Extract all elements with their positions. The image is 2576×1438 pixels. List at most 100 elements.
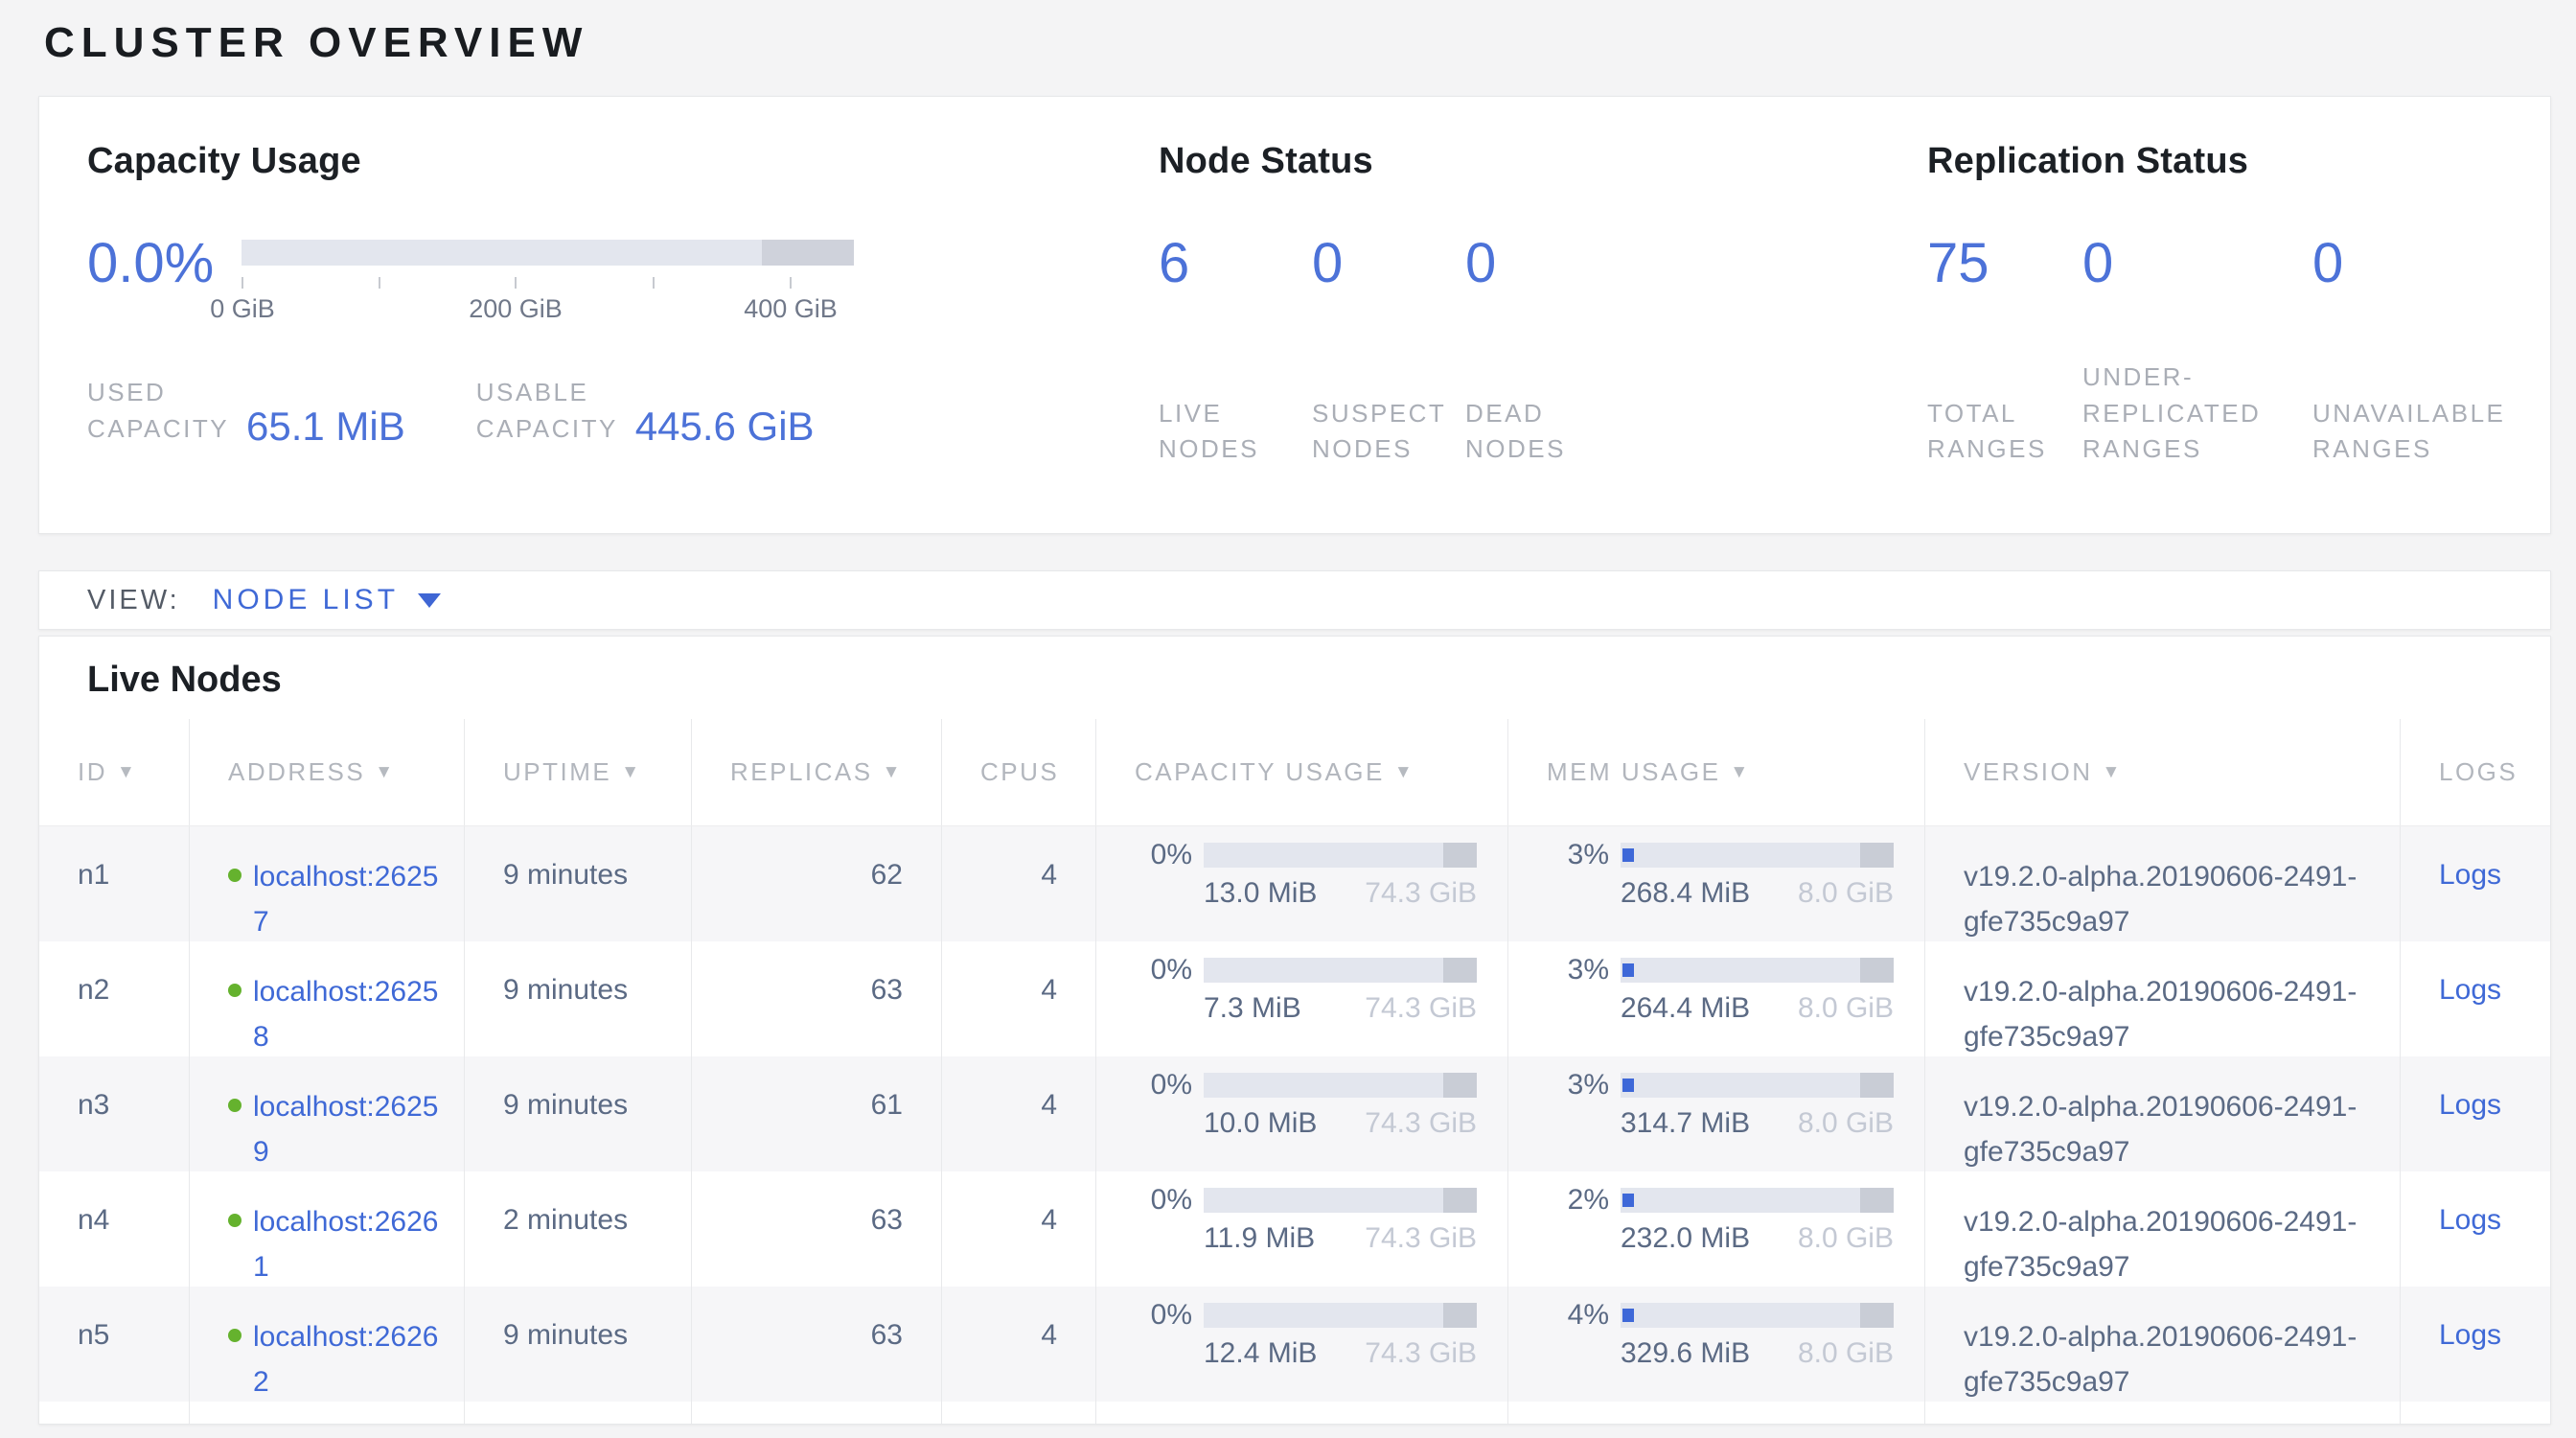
live-status-dot-icon xyxy=(228,1099,242,1112)
cell-address: localhost:26259 xyxy=(189,1056,464,1174)
column-header[interactable]: CPUS ▼ xyxy=(941,719,1095,825)
column-header[interactable]: REPLICAS ▼ xyxy=(691,719,941,825)
column-header[interactable]: ADDRESS ▼ xyxy=(189,719,464,825)
replication-status-heading: Replication Status xyxy=(1927,141,2550,182)
capacity-usage-bar xyxy=(1204,1303,1477,1328)
cell-cpus: 4 xyxy=(941,1287,1095,1404)
view-selected-value: NODE LIST xyxy=(213,584,399,616)
unavailable-ranges-value: 0 xyxy=(2312,236,2550,291)
suspect-nodes-stat: 0 SUSPECT NODES xyxy=(1312,236,1465,468)
column-header-label: MEM USAGE xyxy=(1547,757,1720,787)
address-link[interactable]: localhost:26257 xyxy=(253,855,441,944)
cell-mem-usage: 3% 264.4 MiB 8.0 GiB xyxy=(1507,941,1924,1059)
capacity-gauge-bar xyxy=(242,240,854,266)
cell-address: localhost:26257 xyxy=(189,826,464,944)
cell-address: localhost:26258 xyxy=(189,941,464,1059)
cell-cpus: 4 xyxy=(941,941,1095,1059)
view-select-dropdown[interactable]: NODE LIST xyxy=(213,584,441,616)
under-replicated-value: 0 xyxy=(2082,236,2312,291)
logs-link[interactable]: Logs xyxy=(2439,1204,2501,1236)
live-nodes-label: LIVE NODES xyxy=(1159,396,1312,468)
address-link[interactable]: localhost:26262 xyxy=(253,1315,441,1404)
cell-node-id: n4 xyxy=(39,1171,189,1289)
mem-usage-bar xyxy=(1621,1303,1894,1328)
address-link[interactable]: localhost:26259 xyxy=(253,1085,441,1174)
column-header[interactable]: UPTIME ▼ xyxy=(464,719,691,825)
cell-replicas: 62 xyxy=(691,826,941,944)
column-header[interactable]: VERSION ▼ xyxy=(1924,719,2400,825)
capacity-axis-ticks xyxy=(242,277,854,289)
cell-capacity-usage: 0% 10.0 MiB 74.3 GiB xyxy=(1095,1056,1507,1174)
column-header[interactable]: MEM USAGE ▼ xyxy=(1507,719,1924,825)
total-ranges-value: 75 xyxy=(1927,236,2082,291)
column-header[interactable]: LOGS ▼ xyxy=(2400,719,2551,825)
sort-arrow-icon: ▼ xyxy=(1394,762,1414,783)
cell-capacity-usage: 0% 13.0 MiB 74.3 GiB xyxy=(1095,826,1507,944)
cell-replicas: 61 xyxy=(691,1056,941,1174)
sort-arrow-icon: ▼ xyxy=(375,762,395,783)
cell-address: localhost:26262 xyxy=(189,1287,464,1404)
column-header-label: ADDRESS xyxy=(228,757,365,787)
cell-uptime: 9 minutes xyxy=(464,1056,691,1174)
mem-usage-bar xyxy=(1621,843,1894,868)
used-capacity-label: USED CAPACITY xyxy=(87,375,246,447)
cell-node-id: n1 xyxy=(39,826,189,944)
cell-mem-usage: 4% 329.6 MiB 8.0 GiB xyxy=(1507,1287,1924,1404)
logs-link[interactable]: Logs xyxy=(2439,1089,2501,1121)
table-row: n3 localhost:26259 9 minutes 61 4 0% 10.… xyxy=(39,1056,2550,1171)
unavailable-ranges-label: UNAVAILABLE RANGES xyxy=(2312,396,2550,468)
live-nodes-stat: 6 LIVE NODES xyxy=(1159,236,1312,468)
capacity-usage-section: Capacity Usage 0.0% 0 GiB 200 GiB 400 Gi… xyxy=(87,141,1159,533)
mem-usage-bar xyxy=(1621,1073,1894,1098)
cell-logs: Logs xyxy=(2400,941,2551,1059)
unavailable-ranges-stat: 0 UNAVAILABLE RANGES xyxy=(2312,236,2550,468)
dead-nodes-stat: 0 DEAD NODES xyxy=(1465,236,1619,468)
cell-logs: Logs xyxy=(2400,1056,2551,1174)
cell-uptime: 9 minutes xyxy=(464,941,691,1059)
used-capacity-stat: USED CAPACITY 65.1 MiB xyxy=(87,375,405,447)
cell-uptime: 9 minutes xyxy=(464,826,691,944)
address-link[interactable]: localhost:26261 xyxy=(253,1200,441,1289)
logs-link[interactable]: Logs xyxy=(2439,1319,2501,1351)
sort-arrow-icon: ▼ xyxy=(883,762,903,783)
cell-replicas: 63 xyxy=(691,941,941,1059)
cell-node-id: n2 xyxy=(39,941,189,1059)
cell-version: v19.2.0-alpha.20190606-2491-gfe735c9a97 xyxy=(1924,826,2400,944)
replication-status-section: Replication Status 75 TOTAL RANGES 0 UND… xyxy=(1927,141,2550,533)
column-header[interactable]: CAPACITY USAGE ▼ xyxy=(1095,719,1507,825)
live-nodes-heading: Live Nodes xyxy=(39,637,2550,719)
cell-version: v19.2.0-alpha.20190606-2491-gfe735c9a97 xyxy=(1924,1287,2400,1404)
cell-capacity-usage: 0% 12.4 MiB 74.3 GiB xyxy=(1095,1287,1507,1404)
live-status-dot-icon xyxy=(228,1329,242,1342)
cell-logs: Logs xyxy=(2400,1287,2551,1404)
address-link[interactable]: localhost:26258 xyxy=(253,970,441,1059)
dead-nodes-value: 0 xyxy=(1465,236,1619,291)
cell-node-id: n5 xyxy=(39,1287,189,1404)
cell-mem-usage: 2% 232.0 MiB 8.0 GiB xyxy=(1507,1171,1924,1289)
suspect-nodes-label: SUSPECT NODES xyxy=(1312,396,1465,468)
cell-replicas: 63 xyxy=(691,1171,941,1289)
table-row-partial xyxy=(39,1402,2550,1425)
cell-logs: Logs xyxy=(2400,1171,2551,1289)
cell-uptime: 2 minutes xyxy=(464,1171,691,1289)
logs-link[interactable]: Logs xyxy=(2439,859,2501,891)
column-header[interactable]: ID ▼ xyxy=(39,719,189,825)
cell-capacity-usage: 0% 7.3 MiB 74.3 GiB xyxy=(1095,941,1507,1059)
chevron-down-icon xyxy=(418,593,441,608)
cell-version: v19.2.0-alpha.20190606-2491-gfe735c9a97 xyxy=(1924,1056,2400,1174)
view-label: VIEW: xyxy=(87,585,180,616)
capacity-gauge-endcap xyxy=(762,240,854,266)
live-status-dot-icon xyxy=(228,869,242,882)
node-status-heading: Node Status xyxy=(1159,141,1927,182)
capacity-usage-bar xyxy=(1204,958,1477,983)
live-nodes-value: 6 xyxy=(1159,236,1312,291)
dead-nodes-label: DEAD NODES xyxy=(1465,396,1619,468)
column-header-label: LOGS xyxy=(2439,757,2518,787)
used-capacity-value: 65.1 MiB xyxy=(246,404,405,450)
table-header-row: ID ▼ ADDRESS ▼ UPTIME ▼ REPLICAS ▼ CPUS … xyxy=(39,719,2550,826)
logs-link[interactable]: Logs xyxy=(2439,974,2501,1006)
under-replicated-stat: 0 UNDER- REPLICATED RANGES xyxy=(2082,236,2312,468)
capacity-usage-bar xyxy=(1204,1188,1477,1213)
live-status-dot-icon xyxy=(228,984,242,997)
cell-uptime: 9 minutes xyxy=(464,1287,691,1404)
